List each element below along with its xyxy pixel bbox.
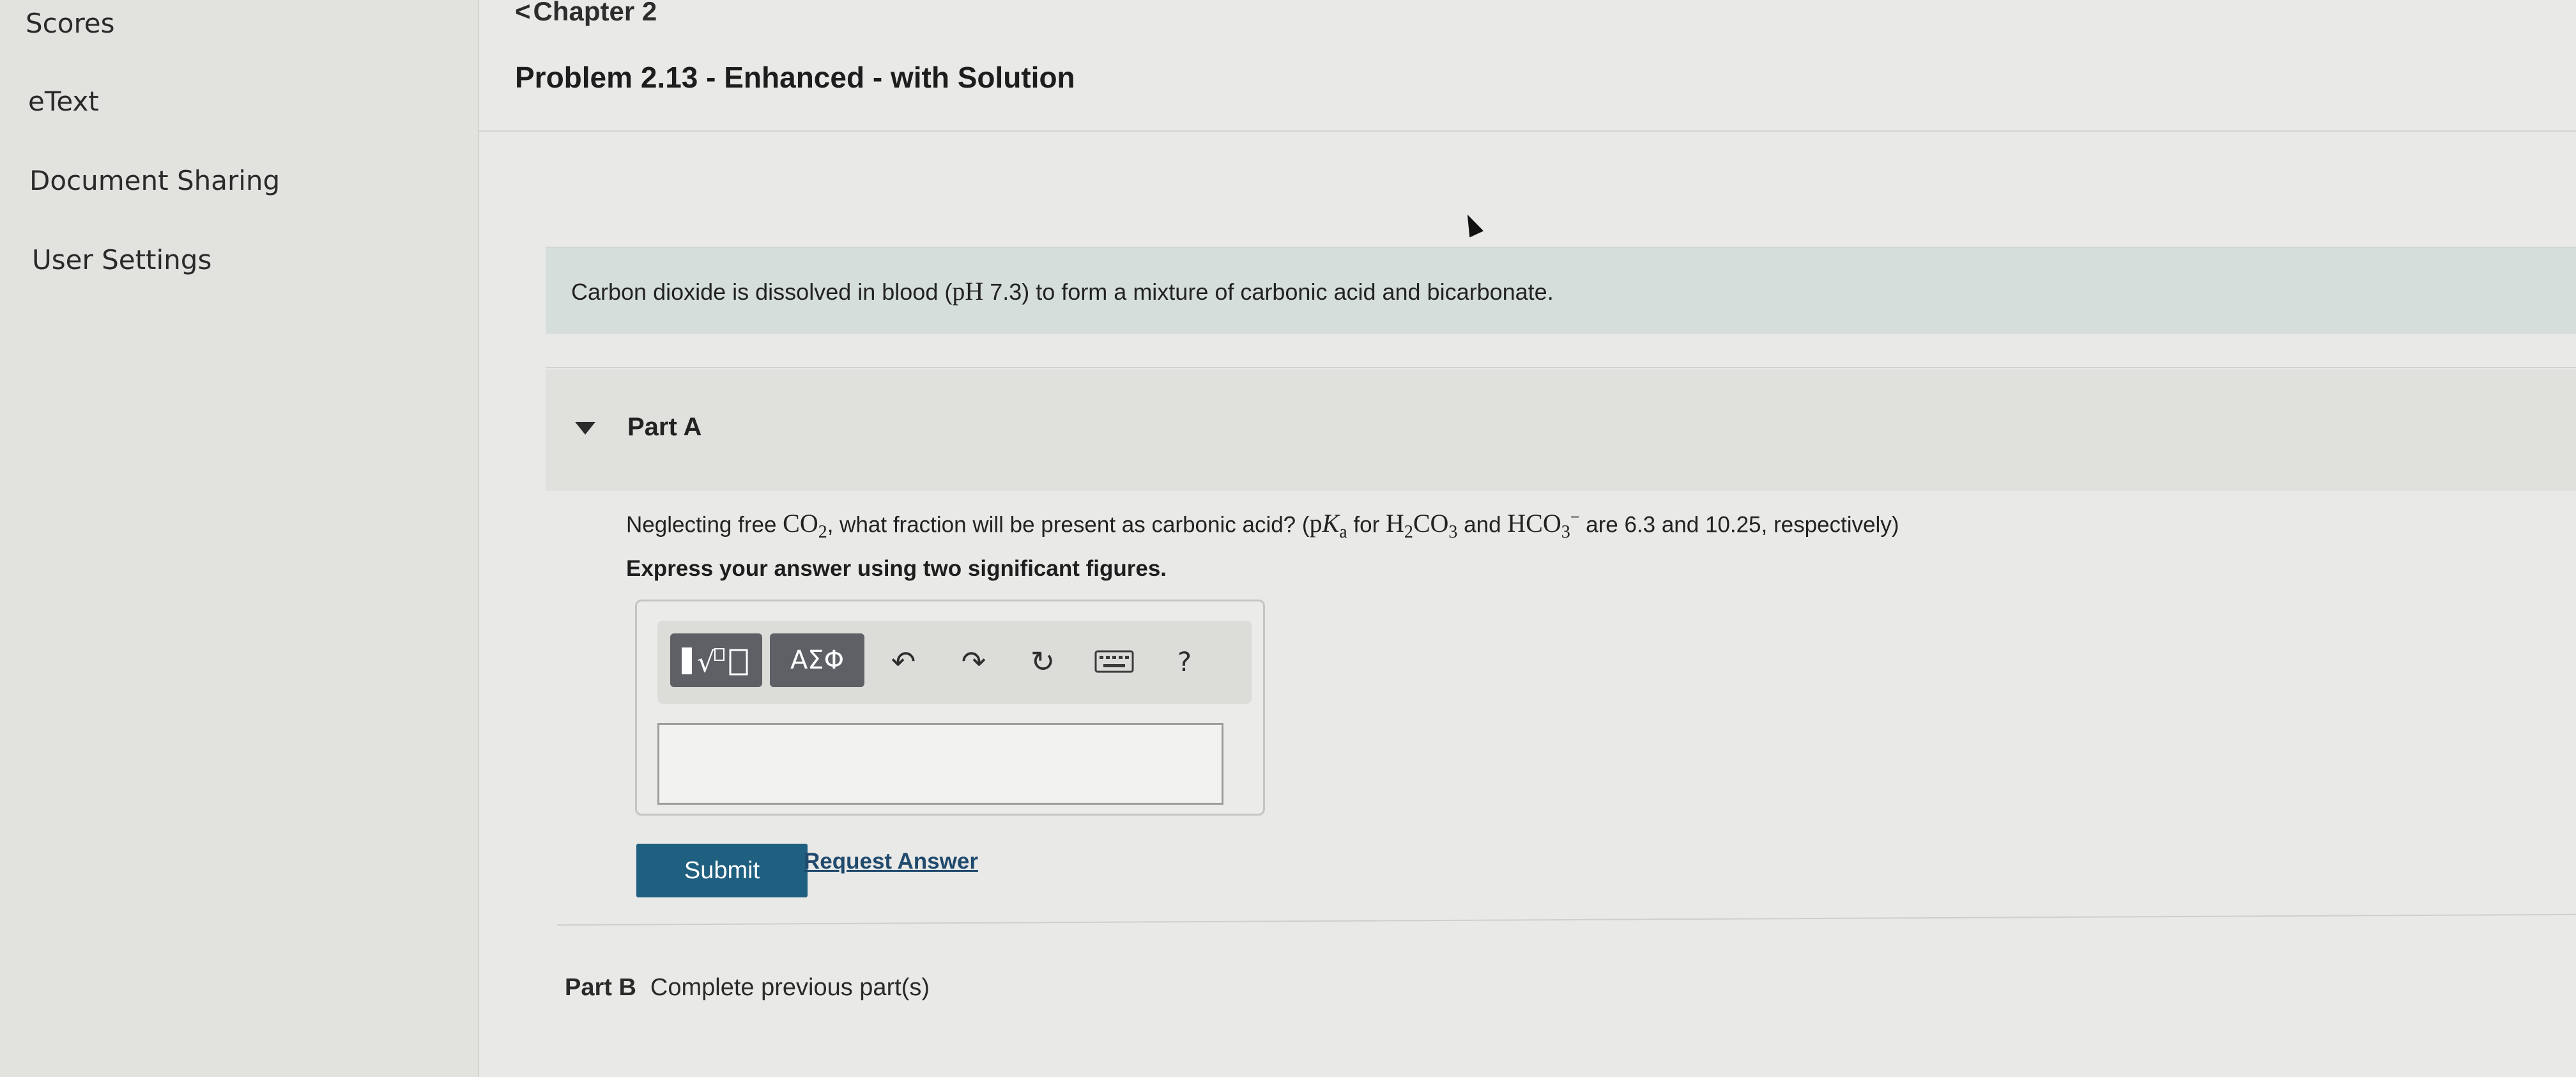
formula-subscript: 3 [1561,522,1570,543]
back-to-chapter-link[interactable]: <Chapter 2 [515,0,657,27]
sidebar-item-document-sharing[interactable]: Document Sharing [29,165,280,196]
redo-icon[interactable]: ↷ [951,636,996,687]
question-text-part: Neglecting free [626,512,783,538]
divider [557,913,2576,926]
keyboard-icon[interactable] [1092,636,1137,687]
formula-h2co3: H2CO3 [1385,509,1457,542]
templates-button[interactable]: √ [670,633,762,687]
formula-part: CO [783,509,818,538]
caret-down-icon[interactable] [575,422,595,435]
question-text-part: are 6.3 and 10.25, respectively) [1579,512,1899,538]
question-text: Neglecting free CO2, what fraction will … [626,508,1899,543]
problem-intro: Carbon dioxide is dissolved in blood (pH… [546,247,2576,334]
back-link-label: Chapter 2 [533,0,657,26]
formula-part: p [1309,509,1322,538]
reset-icon[interactable]: ↻ [1020,636,1065,687]
question-text-part: and [1457,512,1508,538]
part-a-header[interactable]: Part A [546,369,2576,491]
formula-pka: pKa [1309,509,1347,542]
page-title: Problem 2.13 - Enhanced - with Solution [515,61,1075,94]
help-button[interactable]: ? [1162,636,1207,687]
part-b-status: Complete previous part(s) [650,974,930,1001]
mouse-cursor-icon [1460,211,1484,238]
formula-part: CO [1413,509,1449,538]
intro-text-part: Carbon dioxide is dissolved in blood ( [571,279,953,305]
formula-hco3: HCO3− [1507,508,1580,542]
divider [546,367,2576,368]
formula-subscript: a [1339,522,1347,543]
formula-part: HCO [1507,509,1561,538]
intro-text: Carbon dioxide is dissolved in blood (pH… [571,276,1554,306]
answer-instruction: Express your answer using two significan… [626,556,1167,581]
request-answer-link[interactable]: Request Answer [804,849,978,874]
sidebar-item-user-settings[interactable]: User Settings [32,244,211,275]
formula-subscript: 2 [1404,522,1413,543]
answer-box: √ ΑΣΦ ↶ ↷ ↻ ? [635,600,1265,816]
formula-part: H [1385,509,1404,538]
templates-icon: √ [682,646,748,679]
formula-co2: CO2 [783,509,827,542]
answer-input[interactable] [657,723,1223,805]
part-a-label: Part A [627,413,702,441]
formula-subscript: 3 [1448,522,1458,543]
sidebar-item-scores[interactable]: Scores [26,8,115,39]
question-text-part: , what fraction will be present as carbo… [827,512,1310,538]
sidebar-item-etext[interactable]: eText [28,86,99,117]
main-content: <Chapter 2 Problem 2.13 - Enhanced - wit… [479,0,2576,1077]
formula-subscript: 2 [818,522,827,543]
divider [479,130,2576,132]
ph-symbol: pH [952,277,984,306]
intro-text-part: 7.3) to form a mixture of carbonic acid … [983,279,1554,305]
sidebar: Scores eText Document Sharing User Setti… [0,0,479,1077]
part-b-label: Part B [565,974,636,1001]
part-b-header[interactable]: Part B Complete previous part(s) [565,974,930,1002]
math-toolbar: √ ΑΣΦ ↶ ↷ ↻ ? [657,621,1252,704]
formula-superscript: − [1570,508,1580,527]
greek-symbols-button[interactable]: ΑΣΦ [770,633,864,687]
submit-button[interactable]: Submit [636,844,808,897]
question-text-part: for [1347,512,1386,538]
svg-text:√: √ [697,646,716,679]
undo-icon[interactable]: ↶ [881,636,926,687]
chevron-left-icon: < [515,0,531,26]
formula-part: K [1322,509,1340,538]
